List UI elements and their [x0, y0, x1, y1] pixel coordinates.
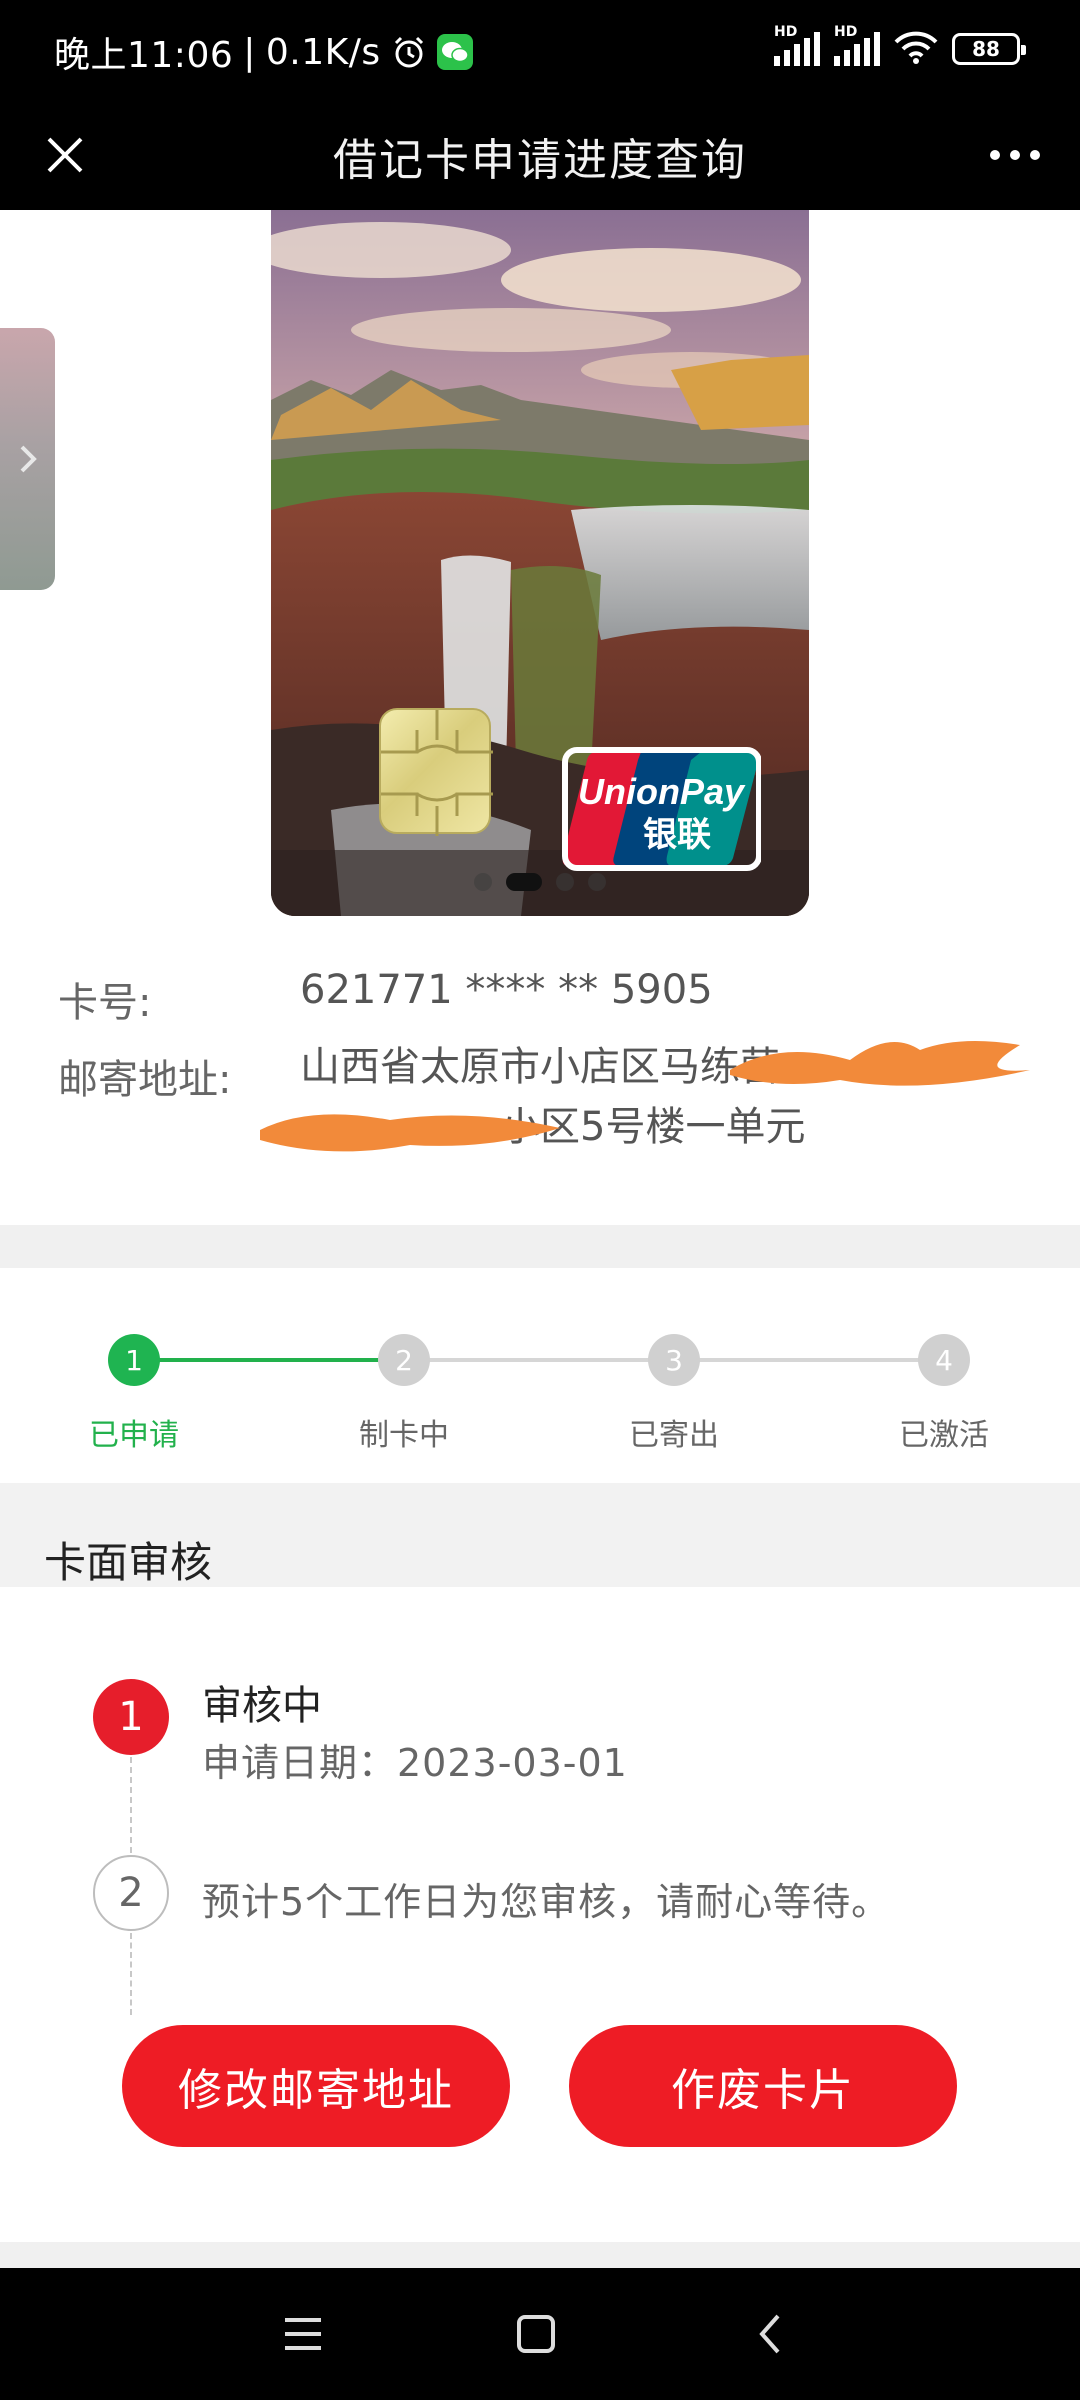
hd-label: HD — [834, 24, 858, 40]
review-estimate-note: 预计5个工作日为您审核，请耐心等待。 — [202, 1880, 891, 1924]
card-number-label: 卡号: — [58, 980, 152, 1026]
progress-line-done — [134, 1358, 404, 1362]
carousel-dot[interactable] — [588, 873, 606, 891]
carousel-indicator — [271, 873, 809, 891]
home-button[interactable] — [496, 2294, 576, 2374]
address-label: 邮寄地址: — [58, 1057, 232, 1103]
timeline-step-1-marker: 1 — [93, 1679, 169, 1755]
section-title: 卡面审核 — [44, 1538, 213, 1587]
card-info: 卡号: 621771 **** ** 5905 邮寄地址: 山西省太原市小店区马… — [0, 960, 1080, 1225]
battery-icon: 88 — [952, 33, 1026, 65]
status-separator: | — [243, 31, 256, 73]
address-line-1: 山西省太原市小店区马练营 — [300, 1044, 780, 1090]
application-date: 申请日期：2023-03-01 — [202, 1741, 628, 1785]
review-status-title: 审核中 — [202, 1683, 322, 1729]
signal-icon: HD — [834, 24, 880, 66]
carousel-dot-active[interactable] — [506, 873, 542, 891]
back-button[interactable] — [730, 2294, 810, 2374]
section-header: 卡面审核 — [0, 1483, 1080, 1587]
alarm-icon — [391, 34, 427, 70]
unionpay-chinese-text: 银联 — [643, 815, 711, 855]
step-4-circle: 4 — [918, 1334, 970, 1386]
step-1-circle: 1 — [108, 1334, 160, 1386]
address-line-2: 小区5号楼一单元 — [300, 1104, 806, 1150]
modify-address-button[interactable]: 修改邮寄地址 — [122, 2025, 510, 2147]
previous-card-peek[interactable] — [0, 328, 55, 590]
battery-level: 88 — [972, 37, 1000, 61]
menu-icon — [285, 2318, 321, 2350]
step-1-label: 已申请 — [89, 1418, 179, 1453]
unionpay-logo: UnionPay 银联 — [561, 746, 762, 872]
carousel-dot[interactable] — [474, 873, 492, 891]
section-divider — [0, 1225, 1080, 1268]
hd-label: HD — [774, 24, 798, 40]
home-icon — [517, 2315, 555, 2353]
step-2-label: 制卡中 — [359, 1418, 449, 1453]
bottom-divider — [0, 2242, 1080, 2268]
card-number-value: 621771 **** ** 5905 — [300, 967, 713, 1013]
page-title: 借记卡申请进度查询 — [333, 135, 747, 186]
review-timeline: 1 审核中 申请日期：2023-03-01 2 预计5个工作日为您审核，请耐心等… — [0, 1587, 1080, 2242]
application-progress: 1 2 3 4 已申请 制卡中 已寄出 已激活 — [0, 1268, 1080, 1483]
step-3-label: 已寄出 — [629, 1418, 719, 1453]
signal-icon: HD — [774, 24, 820, 66]
network-speed: 0.1K/s — [265, 31, 381, 73]
more-icon — [990, 150, 1040, 160]
timeline-connector — [130, 1757, 132, 1853]
status-left: 晚上11:06 | 0.1K/s — [54, 26, 473, 78]
debit-card-image[interactable]: UnionPay 银联 — [271, 210, 809, 916]
unionpay-text: UnionPay — [578, 771, 746, 812]
wifi-icon — [894, 30, 938, 68]
step-2-circle: 2 — [378, 1334, 430, 1386]
more-button[interactable] — [980, 120, 1050, 190]
cancel-card-button[interactable]: 作废卡片 — [569, 2025, 957, 2147]
menu-button[interactable] — [263, 2294, 343, 2374]
card-carousel: UnionPay 银联 — [0, 210, 1080, 930]
back-icon — [759, 2314, 780, 2354]
timeline-step-2-marker: 2 — [93, 1855, 169, 1931]
card-chip — [379, 708, 493, 836]
status-right: HD HD 88 — [774, 24, 1026, 68]
wechat-icon — [436, 34, 473, 70]
step-3-circle: 3 — [648, 1334, 700, 1386]
chevron-right-icon — [20, 445, 37, 473]
timeline-connector — [130, 1933, 132, 2015]
step-4-label: 已激活 — [899, 1418, 989, 1453]
system-navigation-bar — [0, 2268, 1080, 2400]
title-bar: 借记卡申请进度查询 — [0, 100, 1080, 210]
status-bar: 晚上11:06 | 0.1K/s HD HD 88 — [0, 0, 1080, 100]
carousel-dot[interactable] — [556, 873, 574, 891]
status-time: 晚上11:06 — [54, 35, 234, 76]
